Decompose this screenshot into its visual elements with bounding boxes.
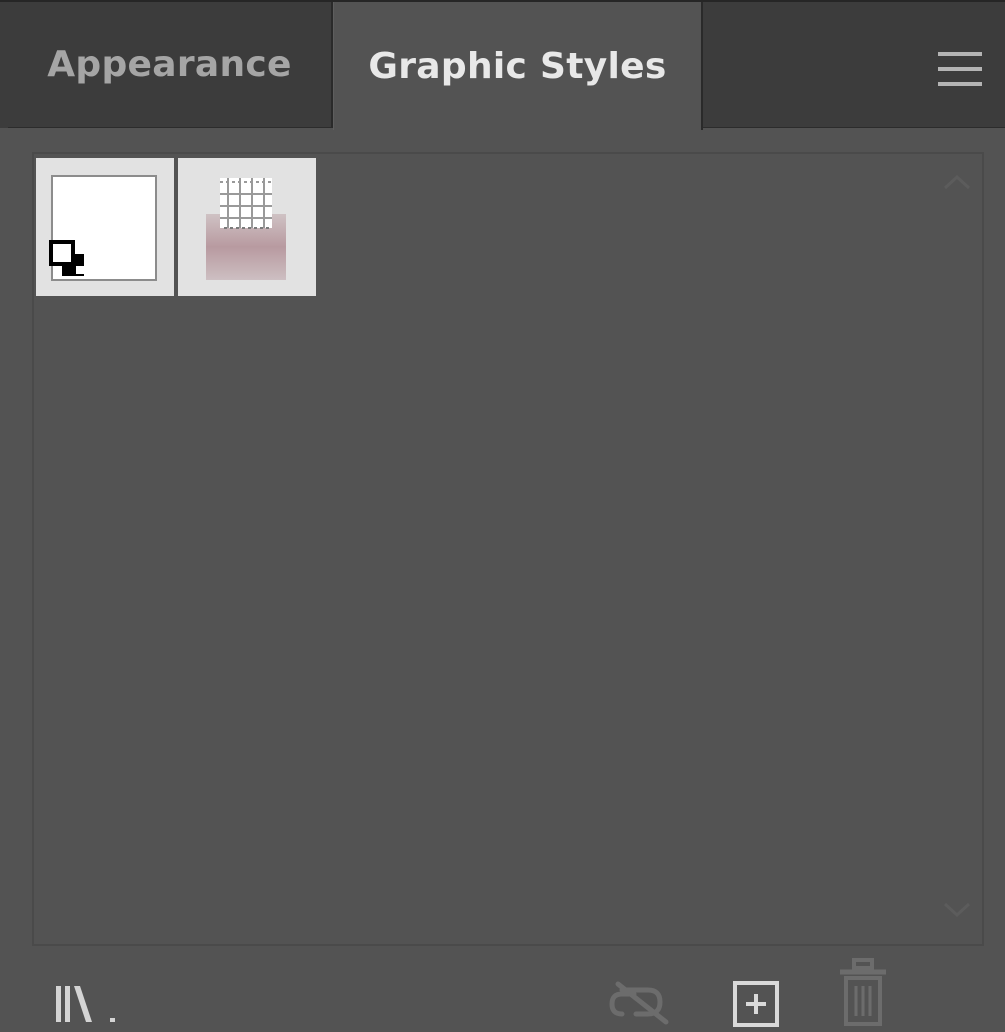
pattern-style-thumbnail-icon [178,158,316,296]
hamburger-menu-icon[interactable] [938,52,982,88]
styles-list-area [32,152,984,946]
tab-appearance[interactable]: Appearance [8,2,333,128]
graphic-styles-libraries-menu-button[interactable] [52,984,124,1028]
new-graphic-style-button[interactable] [732,980,784,1028]
tab-appearance-label: Appearance [47,44,292,85]
tab-graphic-styles[interactable]: Graphic Styles [333,2,703,130]
libraries-icon [56,986,115,1022]
graphic-styles-panel: Appearance Graphic Styles [0,0,1005,1030]
graphic-style-swatch-pattern[interactable] [178,158,316,296]
break-link-icon [609,981,669,1025]
delete-graphic-style-button[interactable] [838,958,888,1028]
scroll-up-icon[interactable] [942,172,972,192]
graphic-style-swatch-default[interactable] [36,158,174,296]
trash-icon [840,958,886,1026]
scroll-down-icon[interactable] [942,900,972,920]
break-link-button[interactable] [608,980,674,1026]
default-style-thumbnail-icon [36,158,174,296]
tab-graphic-styles-label: Graphic Styles [368,45,667,87]
new-graphic-style-icon [733,981,779,1027]
